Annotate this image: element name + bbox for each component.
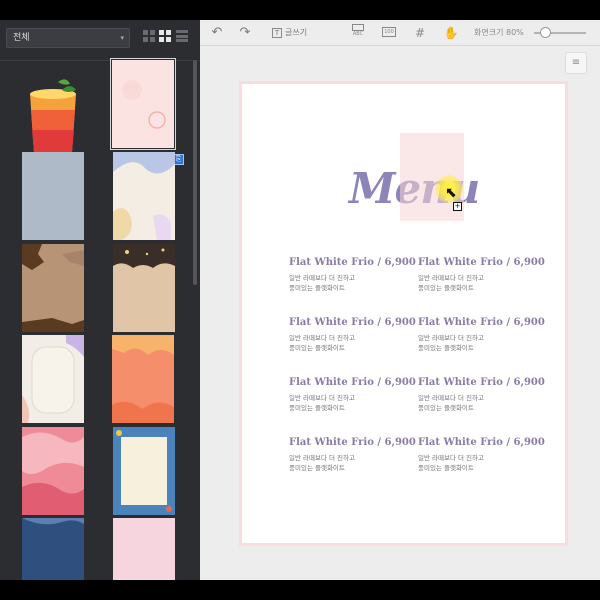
abc-tool-button[interactable]: ABC bbox=[348, 24, 368, 42]
template-thumb-night-sky[interactable] bbox=[113, 244, 175, 332]
text-box-icon: T bbox=[272, 27, 282, 38]
menu-item-title: Flat White Frio / 6,900 bbox=[418, 317, 545, 328]
redo-button[interactable]: ↷ bbox=[236, 24, 254, 42]
template-thumb-blob-frame[interactable] bbox=[22, 335, 84, 423]
template-thumb-orange-coral[interactable] bbox=[112, 335, 174, 423]
menu-item-desc-line1: 일반 라떼보다 더 진하고 bbox=[289, 394, 355, 402]
hand-tool-button[interactable]: ✋ bbox=[443, 24, 459, 42]
document-icon: ≡ bbox=[571, 57, 581, 68]
menu-item-title: Flat White Frio / 6,900 bbox=[289, 317, 416, 328]
menu-item[interactable]: Flat White Frio / 6,900 일반 라떼보다 더 진하고 풍미… bbox=[289, 317, 416, 353]
template-thumb-navy-waves[interactable] bbox=[22, 518, 84, 580]
view-grid-large-button[interactable] bbox=[143, 30, 155, 42]
template-thumb-pink-waves[interactable] bbox=[22, 427, 84, 515]
menu-item[interactable]: Flat White Frio / 6,900 일반 라떼보다 더 진하고 풍미… bbox=[418, 377, 545, 413]
text-tool-label: 글쓰기 bbox=[285, 28, 308, 37]
view-list-button[interactable] bbox=[176, 30, 188, 42]
hundred-tool-button[interactable]: 100 bbox=[380, 24, 398, 42]
menu-item-title: Flat White Frio / 6,900 bbox=[418, 377, 545, 388]
template-panel: 전체 ▾ ⎘ bbox=[0, 20, 200, 580]
menu-item-desc-line2: 풍미있는 플랫화이트 bbox=[418, 283, 474, 292]
template-thumb-pink-circle[interactable] bbox=[110, 58, 176, 150]
menu-item-desc-line1: 일반 라떼보다 더 진하고 bbox=[289, 454, 355, 462]
template-thumb-blue-frame[interactable] bbox=[113, 427, 175, 515]
menu-item-desc-line2: 풍미있는 플랫화이트 bbox=[289, 403, 345, 412]
text-tool-button[interactable]: T 글쓰기 bbox=[272, 24, 318, 42]
menu-item-desc-line2: 풍미있는 플랫화이트 bbox=[289, 343, 345, 352]
view-grid-small-button[interactable] bbox=[159, 30, 171, 42]
template-thumb-pink-scene[interactable] bbox=[113, 518, 175, 580]
menu-item-desc-line1: 일반 라떼보다 더 진하고 bbox=[289, 274, 355, 282]
template-thumb-blue-gray[interactable] bbox=[22, 152, 84, 240]
hundred-icon: 100 bbox=[382, 27, 396, 37]
menu-item-desc-line1: 일반 라떼보다 더 진하고 bbox=[418, 274, 484, 282]
menu-item-title: Flat White Frio / 6,900 bbox=[418, 257, 545, 268]
page-settings-button[interactable]: ≡ bbox=[565, 52, 587, 74]
menu-item[interactable]: Flat White Frio / 6,900 일반 라떼보다 더 진하고 풍미… bbox=[289, 257, 416, 293]
menu-item-desc-line1: 일반 라떼보다 더 진하고 bbox=[418, 334, 484, 342]
menu-item[interactable]: Flat White Frio / 6,900 일반 라떼보다 더 진하고 풍미… bbox=[289, 437, 416, 473]
menu-item[interactable]: Flat White Frio / 6,900 일반 라떼보다 더 진하고 풍미… bbox=[418, 257, 545, 293]
zoom-label: 화면크기 80% bbox=[474, 28, 524, 37]
menu-item[interactable]: Flat White Frio / 6,900 일반 라떼보다 더 진하고 풍미… bbox=[289, 377, 416, 413]
chevron-down-icon: ▾ bbox=[120, 34, 124, 42]
undo-icon: ↶ bbox=[211, 25, 223, 40]
category-select[interactable]: 전체 ▾ bbox=[6, 28, 130, 48]
menu-item-desc-line1: 일반 라떼보다 더 진하고 bbox=[418, 454, 484, 462]
menu-item-desc-line2: 풍미있는 플랫화이트 bbox=[289, 463, 345, 472]
menu-item-title: Flat White Frio / 6,900 bbox=[289, 377, 416, 388]
category-select-value: 전체 bbox=[13, 33, 30, 43]
cursor-arrow-icon: ⬉ bbox=[445, 185, 457, 201]
redo-icon: ↷ bbox=[239, 25, 251, 40]
menu-item-title: Flat White Frio / 6,900 bbox=[289, 437, 416, 448]
menu-item-desc-line2: 풍미있는 플랫화이트 bbox=[289, 283, 345, 292]
hand-icon: ✋ bbox=[443, 26, 459, 40]
menu-item-title: Flat White Frio / 6,900 bbox=[289, 257, 416, 268]
zoom-slider-handle[interactable] bbox=[540, 27, 551, 38]
grid-icon: # bbox=[414, 26, 426, 40]
menu-item-desc-line2: 풍미있는 플랫화이트 bbox=[418, 463, 474, 472]
template-thumb-pastel-shapes[interactable] bbox=[113, 152, 175, 240]
menu-item-desc-line1: 일반 라떼보다 더 진하고 bbox=[418, 394, 484, 402]
menu-item-title: Flat White Frio / 6,900 bbox=[418, 437, 545, 448]
monitor-icon bbox=[352, 24, 364, 31]
editor-toolbar: ↶ ↷ T 글쓰기 ABC 100 # ✋ 화면크기 80% bbox=[200, 20, 600, 46]
template-thumb-brown-paper[interactable] bbox=[22, 244, 84, 332]
cursor-copy-plus-icon: + bbox=[453, 202, 462, 211]
menu-item-desc-line2: 풍미있는 플랫화이트 bbox=[418, 403, 474, 412]
menu-document-page[interactable]: Menu ⬉ + Flat White Frio / 6,900 일반 라떼보다… bbox=[239, 81, 568, 546]
canvas-area[interactable]: ≡ Menu ⬉ + Flat White Frio / 6,900 일반 라떼… bbox=[200, 46, 600, 580]
grid-tool-button[interactable]: # bbox=[412, 24, 428, 42]
template-thumb-drink[interactable] bbox=[22, 70, 84, 158]
abc-tool-label: ABC bbox=[352, 31, 364, 37]
thumbnail-scrollbar[interactable] bbox=[193, 60, 197, 285]
menu-item-desc-line2: 풍미있는 플랫화이트 bbox=[418, 343, 474, 352]
menu-item[interactable]: Flat White Frio / 6,900 일반 라떼보다 더 진하고 풍미… bbox=[418, 317, 545, 353]
menu-item-desc-line1: 일반 라떼보다 더 진하고 bbox=[289, 334, 355, 342]
menu-item[interactable]: Flat White Frio / 6,900 일반 라떼보다 더 진하고 풍미… bbox=[418, 437, 545, 473]
undo-button[interactable]: ↶ bbox=[208, 24, 226, 42]
